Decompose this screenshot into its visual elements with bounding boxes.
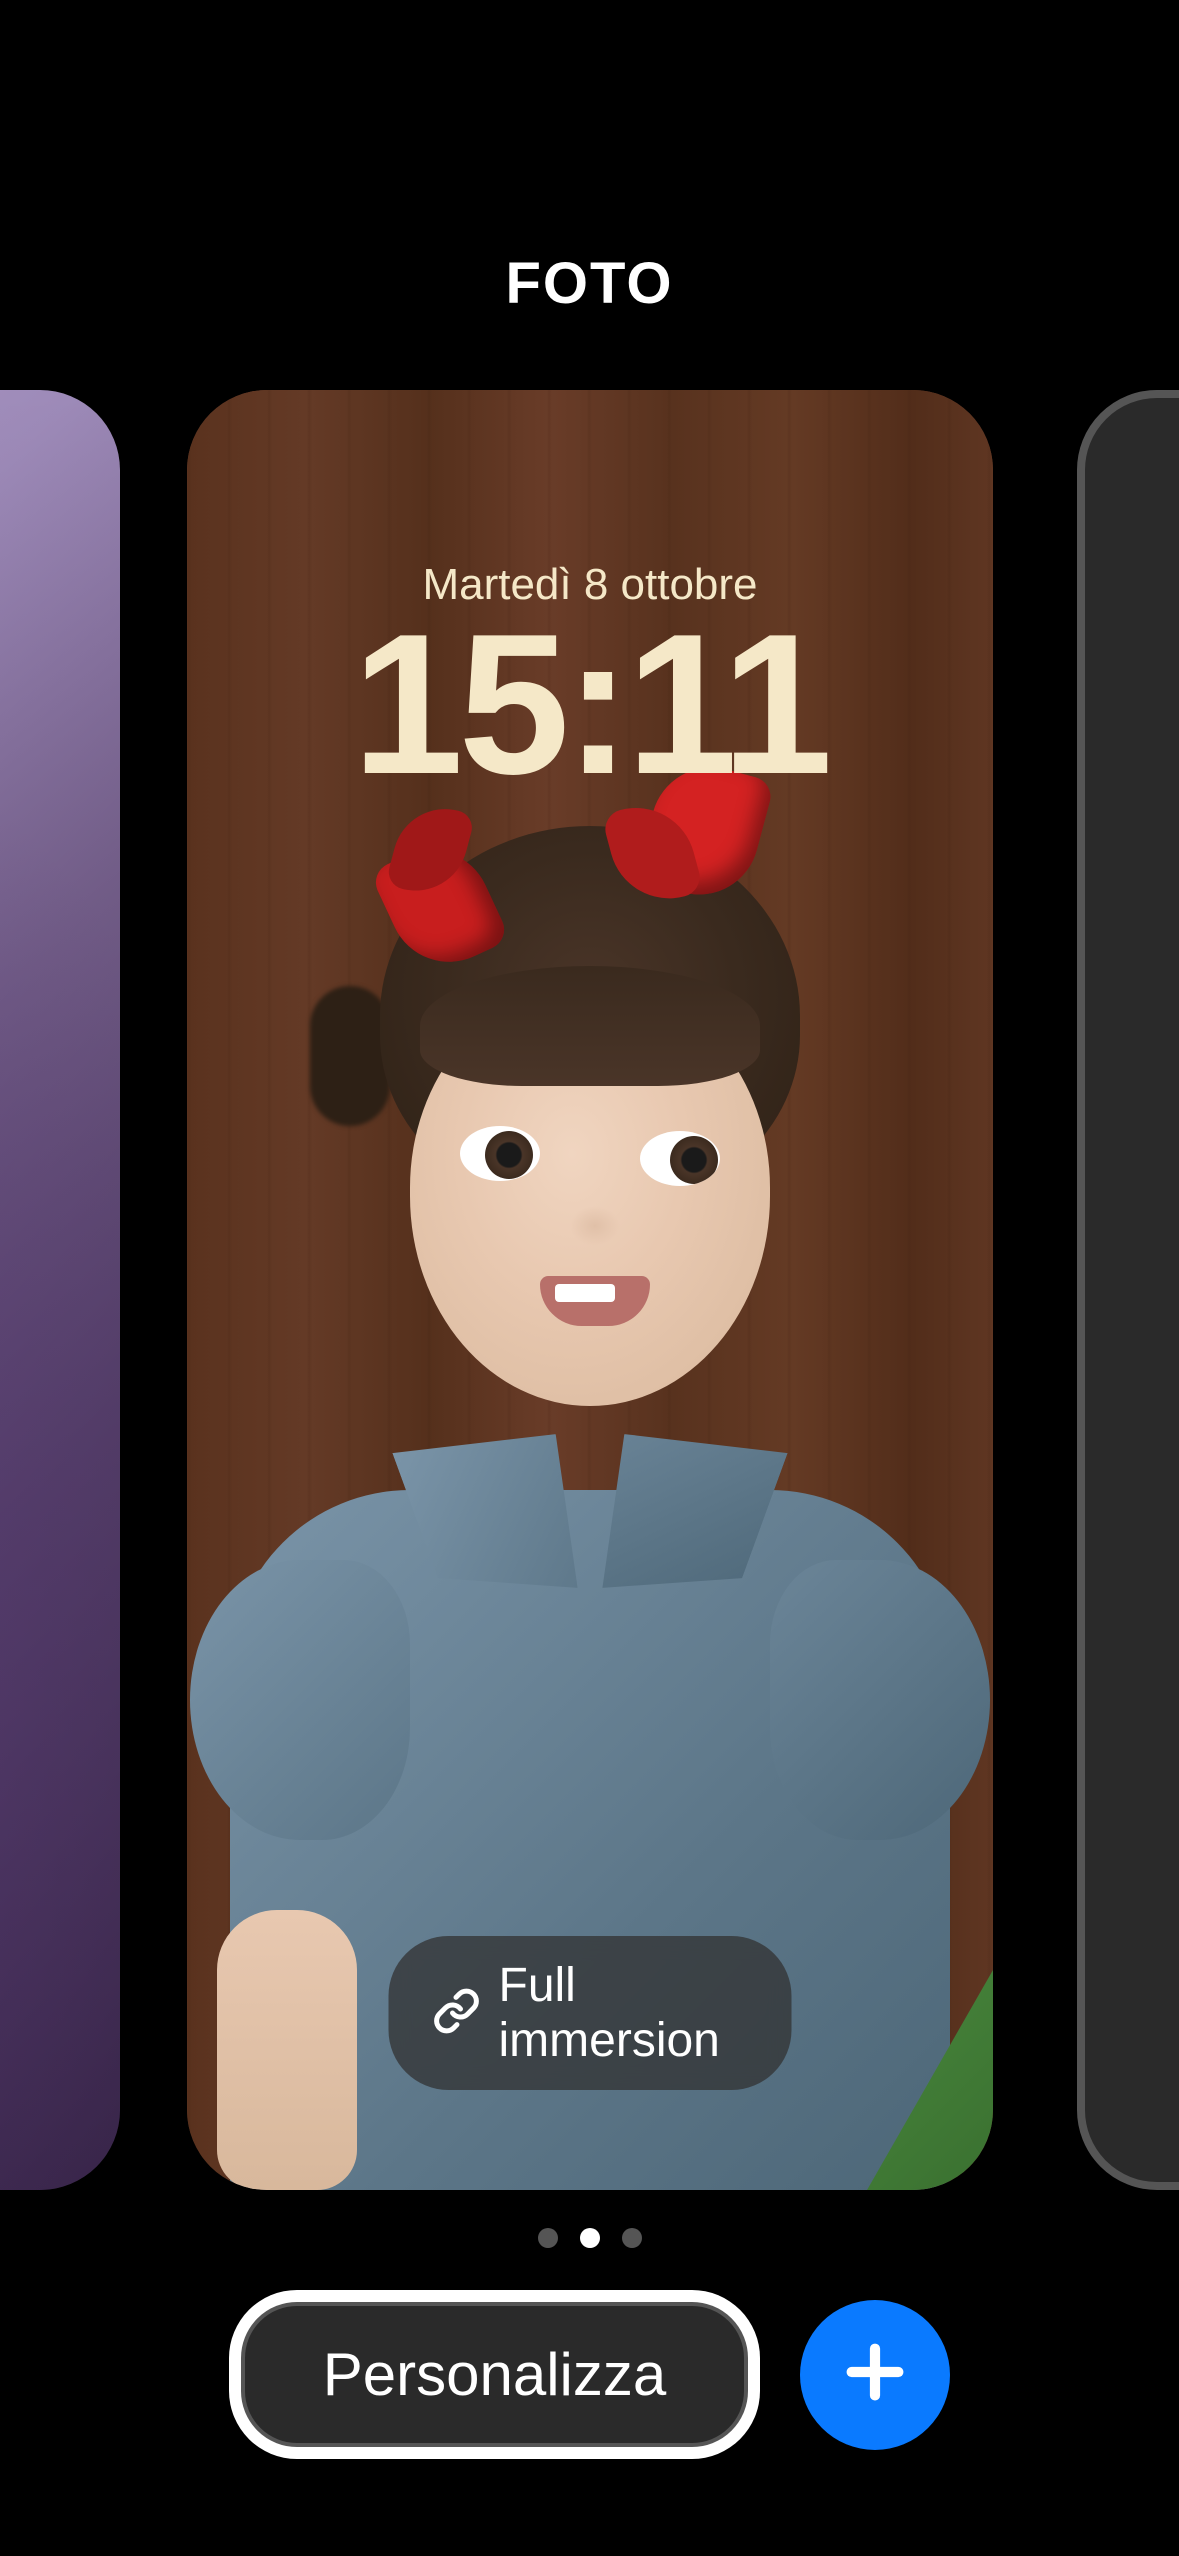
page-dot — [538, 2228, 558, 2248]
wallpaper-carousel[interactable]: Martedì 8 ottobre 15:11 Full immersion — [0, 390, 1179, 2190]
page-indicator[interactable] — [0, 2228, 1179, 2248]
bottom-toolbar: Personalizza — [0, 2290, 1179, 2459]
customize-button[interactable]: Personalizza — [241, 2302, 749, 2447]
wallpaper-card-previous[interactable] — [0, 390, 120, 2190]
focus-mode-label: Full immersion — [499, 1958, 748, 2068]
wallpaper-card-next[interactable] — [1077, 390, 1179, 2190]
page-dot — [622, 2228, 642, 2248]
focus-mode-pill[interactable]: Full immersion — [389, 1936, 792, 2090]
customize-button-label: Personalizza — [323, 2340, 667, 2409]
page-dot-active — [580, 2228, 600, 2248]
customize-button-wrapper: Personalizza — [229, 2290, 761, 2459]
lockscreen-time: 15:11 — [187, 605, 993, 805]
page-title: FOTO — [0, 250, 1179, 317]
add-wallpaper-button[interactable] — [800, 2300, 950, 2450]
plus-icon — [840, 2337, 910, 2412]
wallpaper-card-current[interactable]: Martedì 8 ottobre 15:11 Full immersion — [187, 390, 993, 2190]
link-icon — [433, 1987, 481, 2040]
